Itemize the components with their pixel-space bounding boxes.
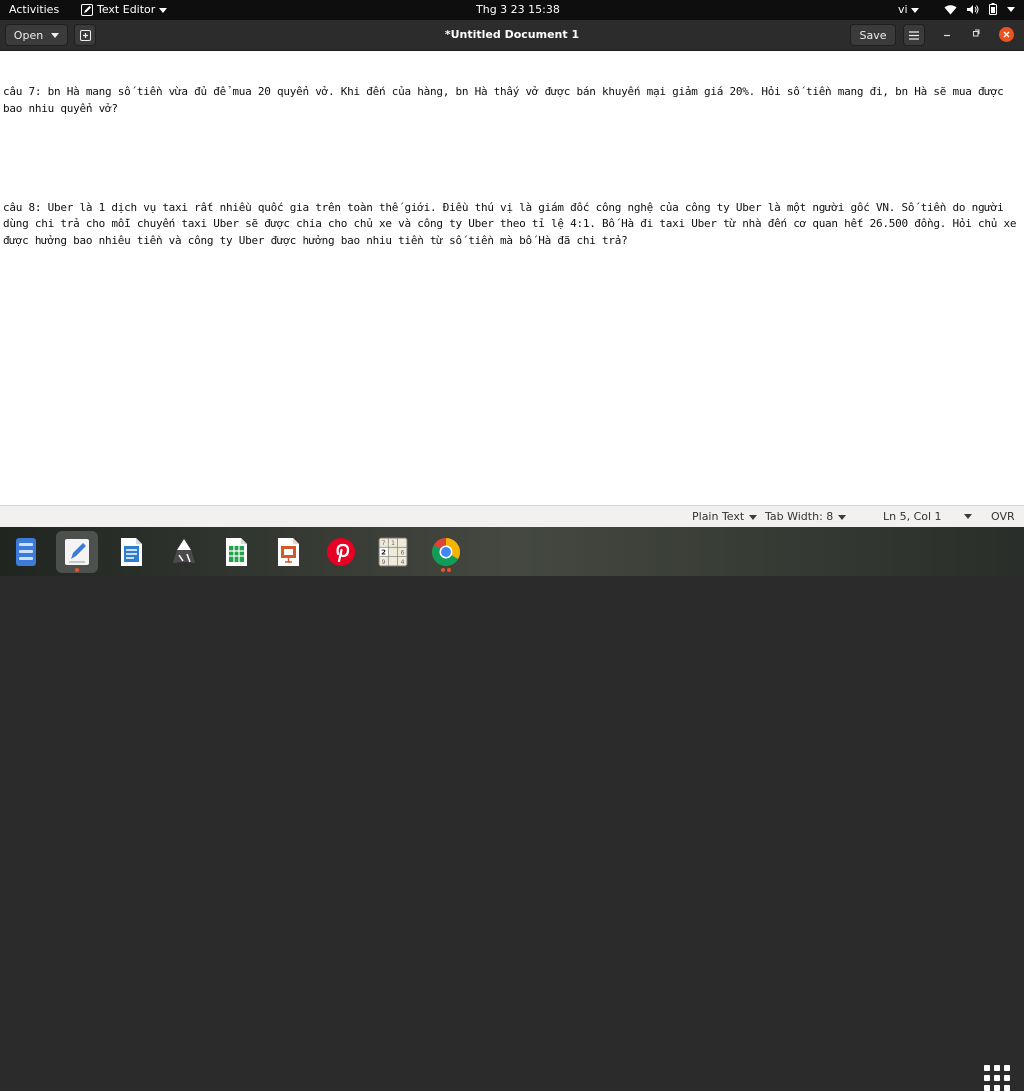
dock-item-sudoku[interactable]: 7 1 2 6 9 4 — [372, 531, 414, 573]
sudoku-digit: 6 — [401, 550, 405, 557]
text-line: câu 8: Uber là 1 dịch vụ taxi rất nhiều … — [3, 200, 1023, 247]
close-button[interactable] — [999, 27, 1014, 42]
dock-item-files[interactable] — [5, 531, 47, 573]
battery-icon — [989, 3, 997, 15]
cursor-position[interactable]: Ln 5, Col 1 — [883, 510, 942, 524]
grid-dot — [984, 1065, 990, 1071]
dock-item-inkscape[interactable] — [163, 531, 205, 573]
input-language-label: vi — [898, 3, 908, 16]
sudoku-digit: 1 — [391, 540, 395, 547]
system-tray[interactable] — [944, 3, 1015, 15]
files-icon — [16, 538, 36, 566]
dock: 7 1 2 6 9 4 — [0, 527, 1024, 1091]
app-menu-label: Text Editor — [97, 3, 156, 16]
chevron-down-icon — [749, 514, 758, 520]
close-icon — [1003, 31, 1010, 38]
running-indicator — [441, 568, 445, 572]
grid-dot — [984, 1075, 990, 1081]
grid-dot — [1004, 1085, 1010, 1091]
show-applications-icon[interactable] — [984, 1065, 1010, 1091]
running-indicator — [75, 568, 79, 572]
save-button[interactable]: Save — [850, 24, 896, 46]
wifi-icon — [944, 4, 957, 14]
sudoku-digit: 7 — [382, 540, 386, 547]
dock-item-libreoffice-impress[interactable] — [267, 531, 309, 573]
grid-dot — [994, 1065, 1000, 1071]
status-bar: Plain Text Tab Width: 8 Ln 5, Col 1 OVR — [0, 505, 1024, 527]
top-bar: Activities Text Editor Thg 3 23 15:38 vi — [0, 0, 1024, 20]
libreoffice-calc-icon — [226, 538, 247, 566]
inkscape-icon — [173, 539, 195, 566]
chevron-down-icon — [910, 7, 919, 13]
tab-width-label: Tab Width: 8 — [765, 510, 834, 523]
document-text[interactable]: câu 7: bn Hà mang số tiền vừa đủ để mua … — [0, 51, 1024, 282]
text-editor-area[interactable]: câu 7: bn Hà mang số tiền vừa đủ để mua … — [0, 51, 1024, 505]
chevron-down-icon — [838, 514, 847, 520]
sudoku-digit: 2 — [381, 549, 386, 557]
tab-width-selector[interactable]: Tab Width: 8 — [765, 510, 847, 524]
running-indicator — [447, 568, 451, 572]
grid-dot — [1004, 1065, 1010, 1071]
dock-item-pinterest[interactable] — [320, 531, 362, 573]
overwrite-mode-indicator[interactable]: OVR — [991, 510, 1015, 524]
chrome-icon — [432, 538, 460, 566]
maximize-button[interactable] — [968, 27, 984, 43]
volume-icon — [967, 4, 979, 14]
menu-button[interactable] — [903, 24, 925, 46]
grid-dot — [1004, 1075, 1010, 1081]
clock[interactable]: Thg 3 23 15:38 — [476, 3, 560, 17]
grid-dot — [984, 1085, 990, 1091]
minimize-button[interactable] — [939, 27, 955, 43]
hamburger-menu-icon — [909, 30, 919, 40]
text-line: câu 7: bn Hà mang số tiền vừa đủ để mua … — [3, 85, 1010, 115]
text-line — [3, 150, 1020, 167]
dock-item-libreoffice-writer[interactable] — [110, 531, 152, 573]
text-editor-app-icon — [81, 4, 93, 16]
chevron-down-icon — [159, 7, 168, 13]
status-options-dropdown[interactable] — [964, 514, 972, 519]
dock-item-libreoffice-calc[interactable] — [215, 531, 257, 573]
minimize-icon — [944, 34, 950, 37]
sudoku-digit: 9 — [382, 559, 386, 566]
highlight-mode-label: Plain Text — [692, 510, 745, 523]
dock-item-text-editor[interactable] — [56, 531, 98, 573]
highlight-mode-selector[interactable]: Plain Text — [692, 510, 758, 524]
dock-item-chrome[interactable] — [425, 531, 467, 573]
activities-button[interactable]: Activities — [9, 3, 59, 17]
pinterest-icon — [327, 538, 355, 566]
input-language-menu[interactable]: vi — [898, 3, 919, 17]
libreoffice-writer-icon — [121, 538, 142, 566]
grid-dot — [994, 1075, 1000, 1081]
text-editor-icon — [65, 539, 89, 565]
sudoku-digit: 4 — [401, 559, 405, 566]
sudoku-icon: 7 1 2 6 9 4 — [378, 537, 408, 567]
libreoffice-impress-icon — [278, 538, 299, 566]
grid-dot — [994, 1085, 1000, 1091]
app-menu[interactable]: Text Editor — [81, 3, 168, 17]
chevron-down-icon — [964, 514, 972, 519]
restore-icon — [973, 29, 980, 37]
chevron-down-icon — [1007, 6, 1015, 12]
header-bar: Open *Untitled Document 1 Save — [0, 20, 1024, 51]
